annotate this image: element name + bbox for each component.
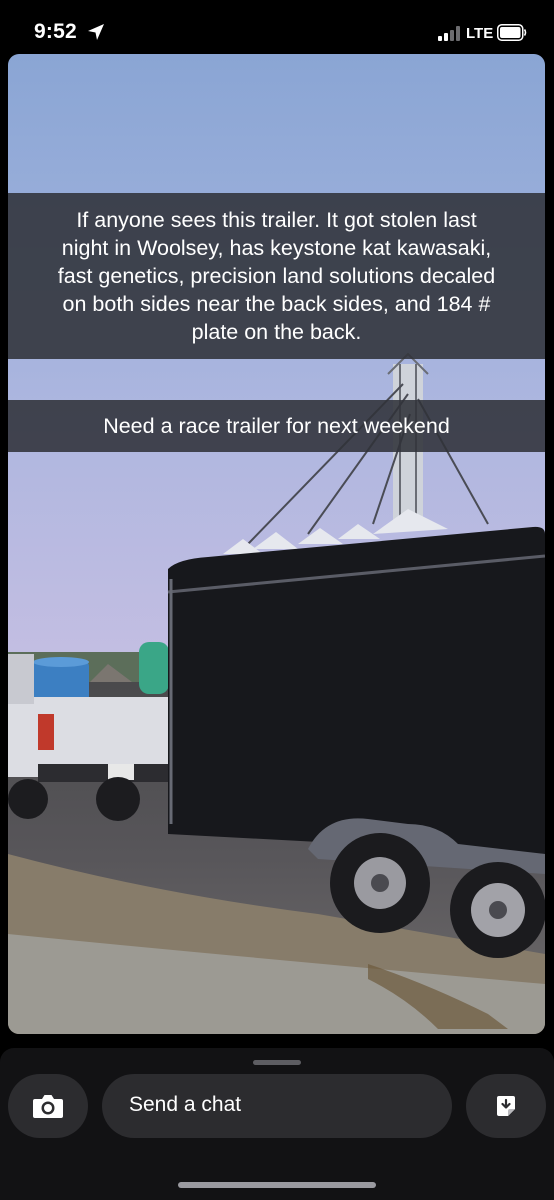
chat-bar: Send a chat (0, 1048, 554, 1200)
caption-line: on both sides near the back sides, and 1… (62, 292, 491, 316)
snap-photo[interactable]: If anyone sees this trailer. It got stol… (8, 54, 545, 1034)
caption-line: If anyone sees this trailer. It got stol… (76, 208, 477, 232)
signal-bars-icon (438, 26, 460, 41)
status-time: 9:52 (34, 20, 77, 43)
battery-icon (497, 24, 527, 41)
caption-line: plate on the back. (191, 320, 362, 344)
home-indicator (178, 1182, 376, 1188)
chat-input[interactable]: Send a chat (102, 1074, 452, 1138)
status-bar: 9:52 LTE (0, 0, 554, 54)
location-arrow-icon (88, 24, 104, 40)
caption-line: fast genetics, precision land solutions … (57, 264, 496, 288)
chat-placeholder: Send a chat (129, 1093, 242, 1116)
drag-handle[interactable] (253, 1060, 301, 1065)
caption-line: night in Woolsey, has keystone kat kawas… (61, 236, 492, 260)
camera-button[interactable] (8, 1074, 88, 1138)
camera-icon (33, 1095, 63, 1118)
network-type: LTE (466, 25, 494, 42)
sticker-icon (497, 1096, 515, 1116)
snap-caption: If anyone sees this trailer. It got stol… (8, 193, 545, 359)
sticker-button[interactable] (466, 1074, 546, 1138)
snap-caption-secondary: Need a race trailer for next weekend (8, 400, 545, 452)
